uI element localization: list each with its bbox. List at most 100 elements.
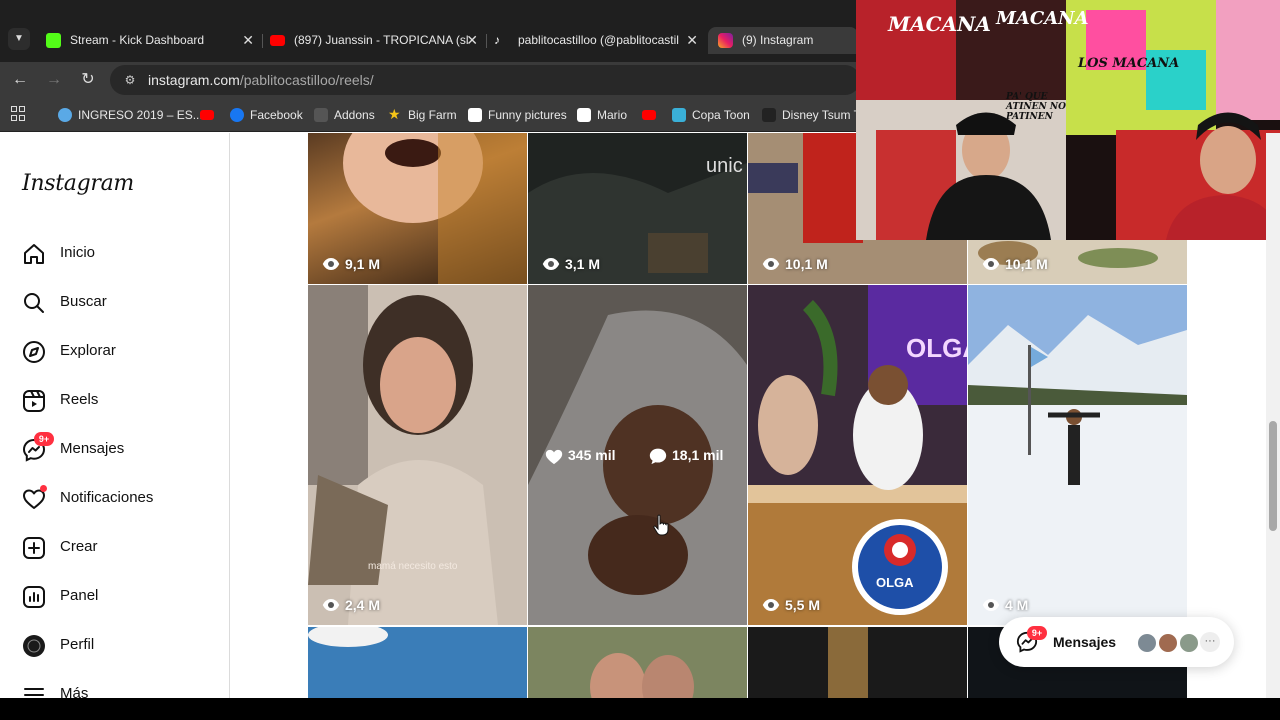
webcam-feed: [856, 0, 1280, 240]
address-bar[interactable]: ⚙ instagram.com/pablitocastilloo/reels/: [110, 65, 860, 95]
menu-icon: [24, 688, 44, 696]
sidebar-item-label: Explorar: [60, 342, 116, 359]
tab-title: (897) Juanssin - TROPICANA (sl: [294, 33, 469, 47]
sidebar-item-perfil[interactable]: Perfil: [20, 630, 220, 662]
reel-thumbnail: [308, 627, 527, 698]
reel-tile[interactable]: [748, 627, 967, 698]
bookmark-disney-tsum[interactable]: Disney Tsum Ts: [762, 106, 866, 124]
close-tab-icon[interactable]: ✕: [466, 27, 478, 54]
bookmark-youtube-2[interactable]: [642, 106, 656, 124]
views-label: 9,1 M: [345, 256, 381, 272]
url-domain: instagram.com: [148, 72, 240, 88]
sidebar-item-reels[interactable]: Reels: [20, 385, 220, 417]
reel-tile[interactable]: [308, 627, 527, 698]
sidebar-item-buscar[interactable]: Buscar: [20, 287, 220, 319]
tab-tiktok[interactable]: ♪ pablitocastilloo (@pablitocastil ✕: [484, 27, 706, 54]
sidebar-item-inicio[interactable]: Inicio: [20, 238, 220, 270]
instagram-logo[interactable]: Instagram: [22, 171, 134, 196]
globe-icon: [58, 108, 72, 122]
reel-thumbnail: [308, 285, 527, 625]
close-tab-icon[interactable]: ✕: [242, 27, 254, 54]
reels-icon: [23, 390, 45, 412]
views-count: 5,5 M: [762, 597, 820, 613]
back-button[interactable]: ←: [10, 70, 30, 90]
bookmark-label: Addons: [334, 108, 375, 122]
bookmark-addons[interactable]: Addons: [314, 106, 375, 124]
reel-tile-hovered[interactable]: 345 mil 18,1 mil: [528, 285, 747, 625]
comments-label: 18,1 mil: [672, 447, 724, 463]
bookmark-facebook[interactable]: Facebook: [230, 106, 303, 124]
reel-tile[interactable]: unic 3,1 M: [528, 133, 747, 284]
messages-badge: 9+: [34, 432, 54, 446]
search-icon: [24, 293, 44, 313]
likes-label: 345 mil: [568, 447, 616, 463]
sidebar-item-label: Inicio: [60, 244, 96, 261]
sidebar-item-mas[interactable]: Más: [20, 679, 220, 698]
bottom-bar: [0, 698, 1280, 720]
bookmark-youtube-1[interactable]: [200, 106, 214, 124]
reel-tile[interactable]: 4 M: [968, 285, 1187, 625]
youtube-logo-icon: [270, 35, 285, 46]
reel-thumbnail: [748, 627, 967, 698]
sidebar-item-crear[interactable]: Crear: [20, 532, 220, 564]
banner-text: PA' QUE ATINEN NO PATINEN: [1006, 92, 1066, 122]
reel-tile[interactable]: OLGA OLGA 5,5 M: [748, 285, 967, 625]
star-icon: ★: [388, 106, 401, 122]
reel-tile[interactable]: mamá necesito esto 2,4 M: [308, 285, 527, 625]
addons-icon: [314, 108, 328, 122]
sidebar-item-label: Mensajes: [60, 440, 125, 457]
sidebar-item-label: Panel: [60, 587, 99, 604]
reel-caption: mamá necesito esto: [368, 561, 458, 572]
bookmark-ingreso[interactable]: INGRESO 2019 – ES...: [58, 106, 203, 124]
apps-grid-icon[interactable]: [11, 106, 27, 122]
youtube-logo-icon: [200, 110, 214, 120]
bookmark-big-farm[interactable]: ★ Big Farm: [388, 106, 457, 124]
bookmark-label: Facebook: [250, 108, 303, 122]
bookmark-label: Funny pictures: [488, 108, 567, 122]
views-count: 3,1 M: [542, 256, 600, 272]
avatar: [1178, 632, 1200, 654]
bookmark-copa-toon[interactable]: Copa Toon: [672, 106, 750, 124]
plus-square-icon: [23, 537, 45, 559]
sidebar-item-panel[interactable]: Panel: [20, 581, 220, 613]
sidebar-item-explorar[interactable]: Explorar: [20, 336, 220, 368]
sidebar-item-label: Reels: [60, 391, 99, 408]
kick-logo-icon: [46, 33, 61, 48]
bookmark-mario[interactable]: Mario: [577, 106, 627, 124]
tab-kick-dashboard[interactable]: Stream - Kick Dashboard ✕: [36, 27, 262, 54]
bookmark-label: Disney Tsum Ts: [782, 108, 866, 122]
page-scrollbar[interactable]: [1266, 133, 1280, 698]
eye-icon: [982, 258, 1000, 270]
sidebar-item-mensajes[interactable]: 9+ Mensajes: [20, 432, 220, 466]
instagram-logo-icon: [718, 33, 733, 48]
forward-button[interactable]: →: [44, 70, 64, 90]
tab-title: (9) Instagram: [742, 33, 814, 47]
sidebar: Instagram Inicio Buscar Explorar Reels 9…: [0, 133, 230, 698]
sidebar-item-label: Más: [60, 685, 89, 698]
olga-badge: OLGA: [876, 575, 914, 590]
scrollbar-thumb[interactable]: [1269, 421, 1277, 531]
reel-tile[interactable]: [528, 627, 747, 698]
views-count: 10,1 M: [982, 256, 1048, 272]
reel-tile[interactable]: 9,1 M: [308, 133, 527, 284]
messages-drawer-button[interactable]: 9+ Mensajes ···: [999, 617, 1234, 667]
compass-icon: [23, 341, 45, 363]
page-icon: [577, 108, 591, 122]
tab-search-button[interactable]: ▼: [8, 28, 30, 50]
tab-title: pablitocastilloo (@pablitocastil: [518, 33, 679, 47]
bookmark-funny-pictures[interactable]: Funny pictures: [468, 106, 567, 124]
reel-thumbnail: [528, 627, 747, 698]
chart-icon: [23, 586, 45, 608]
tab-instagram[interactable]: (9) Instagram: [708, 27, 858, 54]
eye-icon: [322, 258, 340, 270]
close-tab-icon[interactable]: ✕: [686, 27, 698, 54]
likes-count: 345 mil: [544, 447, 616, 465]
more-icon[interactable]: ···: [1200, 632, 1220, 652]
views-label: 5,5 M: [785, 597, 821, 613]
comment-icon: [649, 448, 667, 465]
sidebar-item-notificaciones[interactable]: Notificaciones: [20, 483, 220, 515]
site-info-icon[interactable]: ⚙: [122, 72, 138, 88]
tab-youtube[interactable]: (897) Juanssin - TROPICANA (sl ✕: [260, 27, 486, 54]
bookmark-label: Copa Toon: [692, 108, 750, 122]
reload-button[interactable]: ↻: [78, 70, 98, 90]
